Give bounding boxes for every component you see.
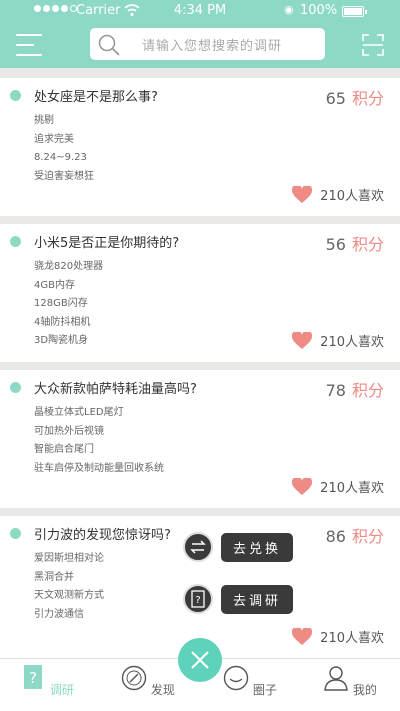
search-placeholder: 请输入您想搜索的调研 — [142, 39, 283, 54]
card-title: 处女座是不是那么事? — [34, 90, 158, 105]
search-icon — [98, 34, 120, 56]
detail-line: 驻车启停及制动能量回收系统 — [34, 462, 164, 474]
tab-label: 圈子 — [252, 683, 277, 697]
heart-icon — [292, 627, 313, 645]
card-title: 引力波的发现您惊讶吗? — [34, 528, 171, 543]
detail-line: 引力波通信 — [34, 608, 84, 620]
tab-survey[interactable]: ? 调研 — [17, 665, 77, 698]
detail-line: 黑洞合并 — [34, 571, 74, 583]
search-box[interactable]: 请输入您想搜索的调研 — [90, 28, 325, 60]
survey-card[interactable]: 处女座是不是那么事? 65 积分 挑剔 追求完美 8.24~9.23 受迫害妄想狂… — [0, 78, 400, 216]
like-count: 210人喜欢 — [320, 481, 384, 496]
detail-line: 4GB内存 — [34, 279, 75, 291]
detail-line: 8.24~9.23 — [34, 152, 87, 163]
card-points: 86 积分 — [325, 527, 384, 546]
detail-line: 智能启合尾门 — [34, 444, 94, 455]
bullet-dot — [10, 528, 21, 539]
like-count: 210人喜欢 — [320, 335, 384, 350]
close-icon — [191, 651, 209, 669]
survey-card[interactable]: 小米5是否正是你期待的? 56 积分 骁龙820处理器 4GB内存 128GB闪存… — [0, 224, 400, 362]
like-button[interactable]: 210人喜欢 — [292, 331, 384, 350]
detail-line: 可加热外后视镜 — [34, 425, 104, 437]
detail-line: 晶棱立体式LED尾灯 — [34, 407, 124, 418]
question-doc-icon: ? — [183, 584, 213, 614]
svg-text:?: ? — [195, 595, 200, 606]
exchange-icon — [183, 532, 213, 562]
card-details: 晶棱立体式LED尾灯 可加热外后视镜 智能启合尾门 驻车启停及制动能量回收系统 — [34, 404, 164, 478]
clock: 4:34 PM — [173, 3, 227, 18]
card-details: 骁龙820处理器 4GB内存 128GB闪存 4轴防抖相机 3D陶瓷机身 — [34, 258, 103, 351]
fab-exchange-item[interactable]: 去兑换 — [183, 532, 294, 562]
scan-icon[interactable] — [362, 34, 384, 56]
survey-button[interactable]: 去调研 — [221, 584, 294, 614]
card-points: 78 积分 — [325, 381, 384, 400]
detail-line: 4轴防抖相机 — [34, 316, 91, 328]
survey-icon: ? — [24, 665, 43, 689]
top-bar: Carrier 4:34 PM ◉ 100% 请输入您想搜索的调研 — [0, 0, 400, 68]
tab-circle[interactable]: 圈子 — [220, 665, 280, 698]
detail-line: 3D陶瓷机身 — [34, 335, 89, 346]
tab-label: 我的 — [352, 683, 377, 697]
status-bar: Carrier 4:34 PM ◉ 100% — [0, 0, 400, 22]
card-points: 56 积分 — [325, 235, 384, 254]
card-title: 大众新款帕萨特耗油量高吗? — [34, 382, 197, 397]
card-title: 小米5是否正是你期待的? — [34, 236, 180, 251]
like-button[interactable]: 210人喜欢 — [292, 627, 384, 646]
detail-line: 受迫害妄想狂 — [34, 170, 94, 182]
heart-icon — [292, 477, 313, 495]
circle-face-icon — [223, 665, 249, 691]
like-count: 210人喜欢 — [320, 631, 384, 646]
bullet-dot — [10, 382, 21, 393]
rotation-lock-icon: ◉ — [284, 3, 294, 16]
exchange-button[interactable]: 去兑换 — [221, 532, 294, 562]
tab-discover[interactable]: 发现 — [118, 665, 178, 698]
heart-icon — [292, 185, 313, 203]
detail-line: 挑剔 — [34, 115, 54, 126]
detail-line: 爱因斯坦相对论 — [34, 553, 104, 564]
bullet-dot — [10, 90, 21, 101]
bullet-dot — [10, 236, 21, 247]
detail-line: 骁龙820处理器 — [34, 261, 104, 272]
menu-icon[interactable] — [16, 34, 42, 56]
battery-percent: 100% — [300, 3, 338, 18]
like-count: 210人喜欢 — [320, 189, 384, 204]
tab-label: 调研 — [49, 683, 74, 697]
card-points: 65 积分 — [325, 89, 384, 108]
close-fab-button[interactable] — [178, 638, 222, 682]
person-icon — [324, 666, 348, 691]
battery-icon — [342, 6, 367, 17]
card-details: 爱因斯坦相对论 黑洞合并 天文观测新方式 引力波通信 — [34, 550, 104, 624]
like-button[interactable]: 210人喜欢 — [292, 185, 384, 204]
detail-line: 天文观测新方式 — [34, 590, 104, 601]
detail-line: 128GB闪存 — [34, 298, 88, 309]
fab-survey-item[interactable]: ? 去调研 — [183, 584, 294, 614]
like-button[interactable]: 210人喜欢 — [292, 477, 384, 496]
tab-label: 发现 — [150, 683, 175, 697]
compass-icon — [121, 665, 147, 691]
survey-card[interactable]: 大众新款帕萨特耗油量高吗? 78 积分 晶棱立体式LED尾灯 可加热外后视镜 智能… — [0, 370, 400, 508]
heart-icon — [292, 331, 313, 349]
svg-text:?: ? — [29, 669, 37, 687]
detail-line: 追求完美 — [34, 133, 74, 145]
tab-mine[interactable]: 我的 — [320, 665, 380, 698]
card-details: 挑剔 追求完美 8.24~9.23 受迫害妄想狂 — [34, 112, 94, 186]
